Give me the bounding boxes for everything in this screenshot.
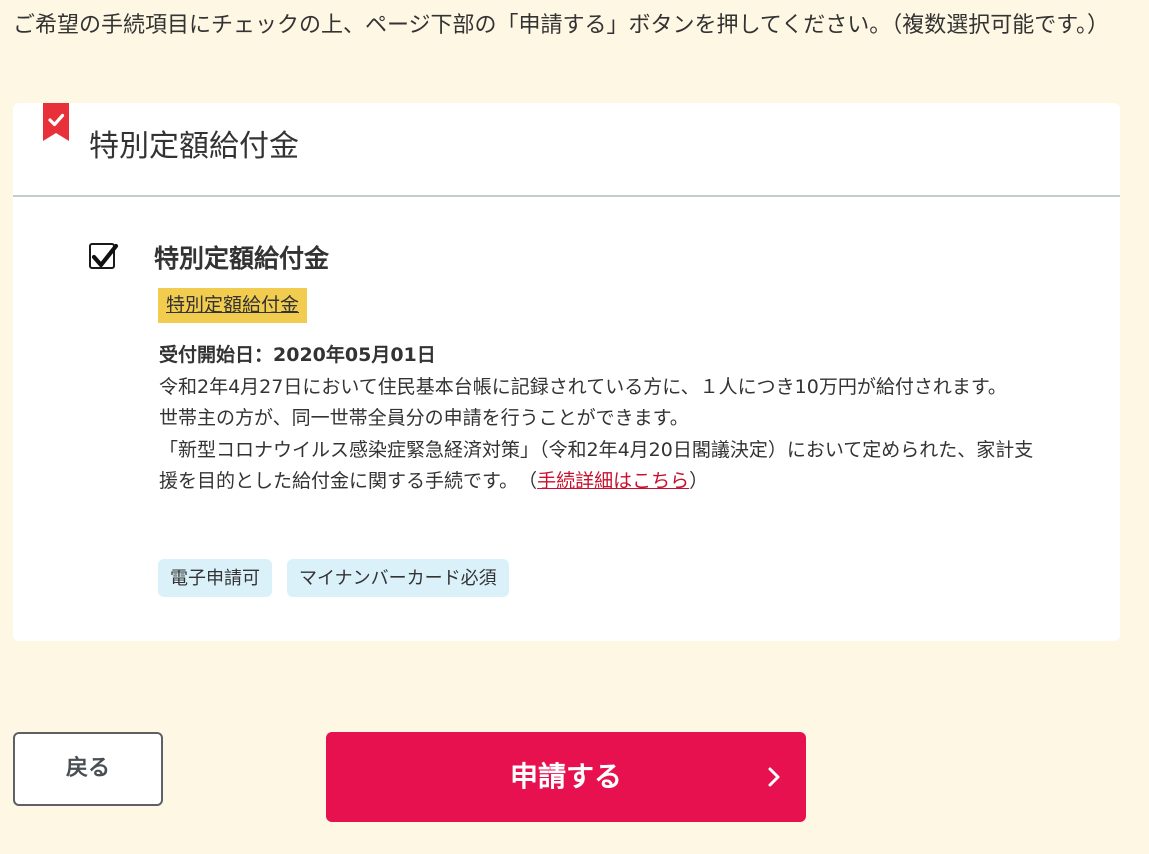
category-tag-link[interactable]: 特別定額給付金 xyxy=(158,288,308,323)
section-title: 特別定額給付金 xyxy=(89,129,299,164)
apply-button-label: 申請する xyxy=(509,760,622,793)
feature-tag-mynumber-card: マイナンバーカード必須 xyxy=(287,559,509,597)
procedure-details: 受付開始日：2020年05月01日 令和2年4月27日において住民基本台帳に記録… xyxy=(159,340,1039,498)
bookmark-check-icon xyxy=(43,103,69,141)
feature-tags: 電子申請可 マイナンバーカード必須 xyxy=(158,559,509,597)
back-button[interactable]: 戻る xyxy=(13,732,163,806)
check-icon xyxy=(91,243,119,268)
start-date: 受付開始日：2020年05月01日 xyxy=(159,344,436,366)
feature-tag-e-application: 電子申請可 xyxy=(158,559,272,597)
apply-button[interactable]: 申請する xyxy=(326,732,806,822)
description-line-3-suffix: ） xyxy=(689,470,709,492)
description-line-3: 「新型コロナウイルス感染症緊急経済対策」（令和2年4月20日閣議決定）において定… xyxy=(159,435,1039,498)
description-line-2: 世帯主の方が、同一世帯全員分の申請を行うことができます。 xyxy=(159,407,689,429)
chevron-right-icon xyxy=(768,767,780,787)
instructions-text: ご希望の手続項目にチェックの上、ページ下部の「申請する」ボタンを押してください。… xyxy=(13,13,1110,38)
description-line-1: 令和2年4月27日において住民基本台帳に記録されている方に、１人につき10万円が… xyxy=(159,375,1007,398)
procedure-checkbox[interactable] xyxy=(89,243,119,269)
section-divider xyxy=(13,195,1120,197)
procedure-title: 特別定額給付金 xyxy=(154,244,330,273)
procedure-card: 特別定額給付金 特別定額給付金 特別定額給付金 受付開始日：2020年05月01… xyxy=(13,103,1120,641)
procedure-detail-link[interactable]: 手続詳細はこちら xyxy=(537,470,689,492)
